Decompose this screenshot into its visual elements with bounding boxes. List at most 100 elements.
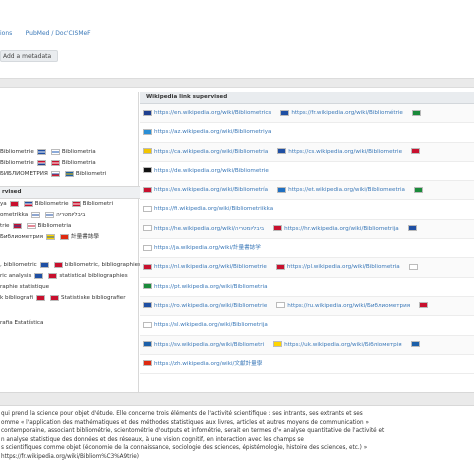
term-label: Bibliometri [82, 201, 114, 207]
list-item: Bibliometrie Bibliometria [0, 158, 140, 169]
supervised-translations-list: ya Bibliometrie Bibliometri ometrikka ביבליו… [0, 199, 140, 243]
flag-icon [143, 360, 152, 367]
term-label: Библиометрия [0, 234, 44, 240]
wikipedia-link[interactable]: https://es.wikipedia.org/wiki/Bibliometr… [154, 187, 268, 193]
wikipedia-panel: Wikipedia link supervised https://en.wik… [140, 92, 474, 392]
wikipedia-link[interactable]: https://uk.wikipedia.org/wiki/Бібліометр… [284, 342, 402, 348]
flag-icon [143, 244, 152, 251]
wikipedia-link[interactable]: https://pt.wikipedia.org/wiki/Bibliometr… [154, 284, 268, 290]
wikipedia-link[interactable]: https://ca.wikipedia.org/wiki/Bibliometr… [154, 149, 268, 155]
term-label: raphie statistique [0, 284, 50, 290]
flag-icon [143, 283, 152, 290]
flag-icon [411, 109, 421, 116]
term-label: Bibliometrie [34, 201, 69, 207]
flag-icon [48, 272, 58, 279]
wikipedia-link[interactable]: https://he.wikipedia.org/wiki/ביבליומטרי… [154, 226, 264, 232]
flag-icon [277, 186, 287, 193]
metadata-left-column: Bibliometrie Bibliometria Bibliometrie Bibl… [0, 110, 140, 329]
term-label: ביבליומטריה [56, 212, 86, 218]
wikipedia-link-row: https://ca.wikipedia.org/wiki/Bibliometr… [140, 142, 474, 162]
flag-icon [64, 170, 74, 177]
flag-icon [273, 341, 283, 348]
description-header [0, 392, 474, 406]
breadcrumb-separator [14, 30, 24, 37]
flag-icon [276, 302, 286, 309]
flag-icon [36, 159, 46, 166]
breadcrumb-item[interactable]: ions [0, 30, 12, 37]
term-label: Bibliometri [75, 171, 107, 177]
wikipedia-link-row: https://en.wikipedia.org/wiki/Bibliometr… [140, 104, 474, 124]
description-line: qui prend la science pour objet d'étude.… [1, 411, 363, 417]
wikipedia-link-row: https://az.wikipedia.org/wiki/Bibliometr… [140, 123, 474, 143]
wikipedia-link-row: https://nl.wikipedia.org/wiki/Bibliometr… [140, 258, 474, 278]
wikipedia-link[interactable]: https://zh.wikipedia.org/wiki/文獻計量學 [154, 361, 262, 367]
wikipedia-link[interactable]: https://cs.wikipedia.org/wiki/Bibliometr… [288, 149, 402, 155]
list-item: БИБЛИОМЕТРИЯ Bibliometri [0, 169, 140, 180]
flag-icon [45, 211, 55, 218]
wikipedia-link[interactable]: https://en.wikipedia.org/wiki/Bibliometr… [154, 110, 271, 116]
flag-icon [71, 200, 81, 207]
term-label: statistical bibliographies [59, 273, 128, 279]
term-label: ya [0, 201, 7, 207]
term-label: bibliometric, bibliographies, statistica… [64, 262, 140, 268]
wikipedia-link[interactable]: https://pl.wikipedia.org/wiki/Bibliometr… [287, 264, 400, 270]
flag-icon [407, 225, 417, 232]
description-text: qui prend la science pour objet d'étude.… [0, 406, 474, 462]
breadcrumb-item[interactable]: PubMed / Doc'CISMeF [26, 30, 91, 37]
term-label: trie [0, 223, 10, 229]
wikipedia-link[interactable]: https://hr.wikipedia.org/wiki/Bibliometr… [284, 226, 399, 232]
flag-icon [143, 341, 152, 348]
flag-icon [36, 294, 46, 301]
wikipedia-link[interactable]: https://ru.wikipedia.org/wiki/Библиометр… [287, 303, 410, 309]
flag-icon [411, 148, 421, 155]
wikipedia-links-list: https://en.wikipedia.org/wiki/Bibliometr… [140, 104, 474, 375]
list-item: ya Bibliometrie Bibliometri [0, 199, 140, 210]
flag-icon [410, 341, 420, 348]
flag-icon [12, 222, 22, 229]
term-label: k bibliografi [0, 295, 34, 301]
flag-icon [39, 261, 49, 268]
wikipedia-link[interactable]: https://fr.wikipedia.org/wiki/Bibliométr… [291, 110, 403, 116]
wikipedia-link[interactable]: https://nl.wikipedia.org/wiki/Bibliometr… [154, 264, 267, 270]
wikipedia-link[interactable]: https://sv.wikipedia.org/wiki/Bibliometr… [154, 342, 264, 348]
term-label: Statistiske bibliografier [61, 295, 126, 301]
flag-icon [143, 167, 152, 174]
wikipedia-link[interactable]: https://de.wikipedia.org/wiki/Bibliometr… [154, 168, 269, 174]
wikipedia-link-row: https://fi.wikipedia.org/wiki/Bibliometr… [140, 200, 474, 220]
term-label: Bibliometrie [0, 160, 34, 166]
list-item: trie Bibliometria [0, 221, 140, 232]
wikipedia-link-row: https://de.wikipedia.org/wiki/Bibliometr… [140, 162, 474, 182]
wikipedia-link-row: https://zh.wikipedia.org/wiki/文獻計量學 [140, 355, 474, 375]
term-label: ric analysis [0, 273, 32, 279]
add-metadata-label: Add a metadata [3, 53, 52, 60]
flag-icon [273, 225, 283, 232]
flag-icon [50, 294, 60, 301]
wikipedia-link[interactable]: https://fi.wikipedia.org/wiki/Bibliometr… [154, 206, 273, 212]
list-item: ric analysis statistical bibliographies [0, 271, 140, 282]
list-item: ometrikka ביבליומטריה [0, 210, 140, 221]
description-panel: qui prend la science pour objet d'étude.… [0, 392, 474, 474]
wikipedia-link[interactable]: https://az.wikipedia.org/wiki/Bibliometr… [154, 129, 271, 135]
list-item: , bibliometric bibliometric, bibliographi… [0, 260, 140, 271]
wikipedia-link-row: https://ro.wikipedia.org/wiki/Bibliometr… [140, 296, 474, 317]
wikipedia-link[interactable]: https://et.wikipedia.org/wiki/Bibliomeet… [288, 187, 405, 193]
wikipedia-link[interactable]: https://sl.wikipedia.org/wiki/Bibliometr… [154, 322, 268, 328]
add-metadata-button[interactable]: Add a metadata [0, 50, 58, 62]
list-item: Библиометрия 計量書誌學 [0, 232, 140, 243]
wikipedia-link-row: https://sv.wikipedia.org/wiki/Bibliometr… [140, 335, 474, 355]
wikipedia-link-row: https://pt.wikipedia.org/wiki/Bibliometr… [140, 278, 474, 297]
flag-icon [419, 302, 429, 309]
description-line: contemporaine, associant bibliométrie, s… [1, 428, 385, 435]
wikipedia-link[interactable]: https://ro.wikipedia.org/wiki/Bibliometr… [154, 303, 267, 309]
flag-icon [60, 233, 70, 240]
flag-icon [143, 148, 152, 155]
description-line: n analyse statistique des données et des… [1, 436, 304, 443]
flag-icon [143, 263, 152, 270]
extra-term: rafia Estatística [0, 320, 44, 326]
wikipedia-link[interactable]: https://ja.wikipedia.org/wiki/計量書誌学 [154, 245, 261, 251]
section-divider [0, 78, 474, 88]
flag-icon [143, 321, 152, 328]
wikipedia-link-row: https://he.wikipedia.org/wiki/ביבליומטרי… [140, 219, 474, 240]
description-line: omme « l'application des mathématiques e… [1, 419, 369, 426]
term-label: 計量書誌學 [71, 234, 100, 240]
